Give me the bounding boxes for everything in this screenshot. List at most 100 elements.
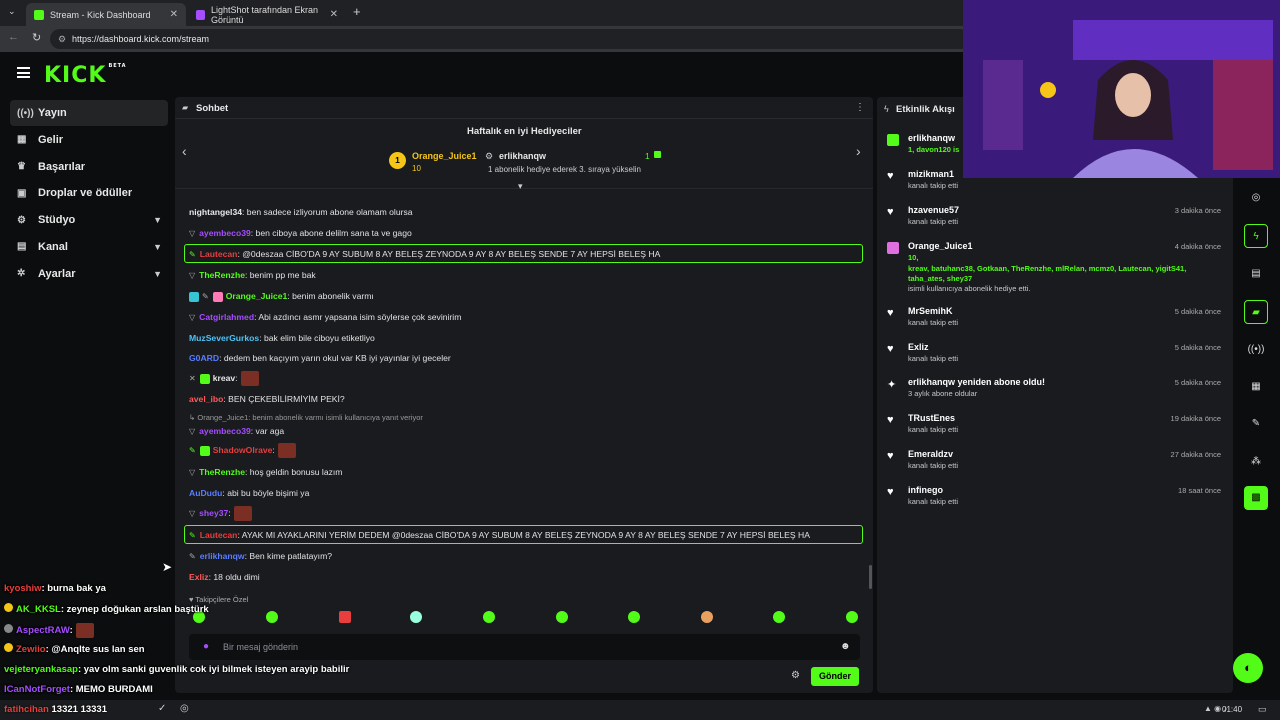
back-icon[interactable]: ←: [8, 31, 19, 43]
collapse-icon[interactable]: ▾: [518, 181, 523, 192]
taskbar-app-icon[interactable]: ✓: [158, 703, 166, 714]
chat-message: ▽ TheRenzhe: hoş geldin bonusu lazım: [189, 467, 343, 477]
sidebar-item-kanal[interactable]: ▤ Kanal ▼: [10, 234, 168, 260]
badge-icon: [4, 603, 13, 612]
chevron-down-icon: ▽: [189, 313, 196, 322]
chat-message: ✕ kreav:: [189, 371, 259, 386]
tab-search-chevron-icon[interactable]: ⌄: [8, 6, 16, 17]
emote-icon[interactable]: [628, 611, 640, 623]
overlay-chat-message: Zewiio: @Anqlte sus lan sen: [4, 643, 145, 655]
broadcast-icon[interactable]: ((•)): [1244, 338, 1268, 362]
verified-icon: ⚙: [485, 151, 494, 161]
clock: 01:40: [1222, 705, 1243, 714]
chat-icon[interactable]: ▰: [1244, 300, 1268, 324]
camera-icon[interactable]: ◎: [1244, 186, 1268, 210]
emote-icon[interactable]: [701, 611, 713, 623]
chat-bubble-icon: ▰: [182, 103, 189, 112]
pencil-icon: ✎: [189, 445, 196, 455]
gifter-count: 10: [412, 164, 421, 173]
tab-title: Stream - Kick Dashboard: [50, 9, 151, 20]
overlay-chat-message: AspectRAW:: [4, 623, 94, 638]
emote-icon: [75, 623, 94, 638]
scrollbar[interactable]: [869, 565, 872, 589]
emote-icon[interactable]: [483, 611, 495, 623]
emote-icon[interactable]: [339, 611, 351, 623]
chat-message: AuDudu: abi bu böyle bişimi ya: [189, 488, 310, 498]
gifter-name[interactable]: erlikhanqw: [499, 151, 546, 161]
address-bar[interactable]: ⚙ https://dashboard.kick.com/stream: [50, 29, 970, 49]
kick-logo[interactable]: KICK BETA: [44, 63, 127, 88]
rank-badge: 1: [389, 152, 406, 169]
activity-feed: ϟ Etkinlik Akışı erlikhanqw 1, davon120 i…: [877, 97, 1233, 693]
gift-hint: 1 abonelik hediye ederek 3. sıraya yükse…: [488, 165, 641, 174]
activity-title: Etkinlik Akışı: [896, 104, 955, 115]
emote-icon[interactable]: [410, 611, 422, 623]
sidebar: ((•)) Yayın ▦ Gelir ♛ Başarılar ▣ Droplar ve…: [10, 100, 168, 288]
gift-icon: [887, 242, 899, 254]
clapper-icon[interactable]: ▩: [1244, 486, 1268, 510]
emote-icon[interactable]: [556, 611, 568, 623]
chat-message: nightangel34: ben sadece izliyorum abone…: [189, 207, 413, 217]
apps-icon[interactable]: ⁂: [1244, 450, 1268, 474]
new-tab-icon[interactable]: +: [353, 4, 361, 19]
bolt-icon[interactable]: ϟ: [1244, 224, 1268, 248]
sidebar-item-droplar[interactable]: ▣ Droplar ve ödüller: [10, 180, 168, 206]
overlay-chat-message: ICanNotForget: MEMO BURDAMI: [4, 684, 153, 695]
emote-icon: [233, 506, 252, 521]
chevron-down-icon: ▽: [189, 468, 196, 477]
microphone-icon[interactable]: ●: [203, 634, 209, 660]
support-button[interactable]: ◐: [1233, 653, 1263, 683]
send-button[interactable]: Gönder: [811, 667, 859, 686]
reload-icon[interactable]: ↻: [32, 31, 41, 44]
gifter-name[interactable]: Orange_Juice1: [412, 151, 477, 161]
tab-title: LightShot tarafından Ekran Görüntü: [210, 4, 319, 25]
document-icon[interactable]: ▤: [1244, 262, 1268, 286]
chat-settings-icon[interactable]: ⚙: [791, 670, 800, 681]
badge-icon: [189, 291, 199, 302]
taskbar-app-icon[interactable]: ◎: [180, 703, 189, 714]
menu-icon[interactable]: [17, 67, 30, 78]
chat-header: ▰ Sohbet ⋮: [175, 97, 873, 119]
chevron-right-icon[interactable]: ›: [856, 143, 861, 159]
chevron-down-icon: ▼: [153, 268, 162, 279]
chat-input-placeholder: Bir mesaj gönderin: [223, 642, 299, 652]
chat-message: ✎ Orange_Juice1: benim abonelik varmı: [189, 291, 374, 302]
sidebar-item-yayin[interactable]: ((•)) Yayın: [10, 100, 168, 126]
chat-input[interactable]: ● Bir mesaj gönderin ☻: [189, 634, 860, 660]
chat-message: ▽ ayembeco39: var aga: [189, 426, 285, 436]
overlay-chat-message: vejeteryankasap: yav olm sanki guvenlik …: [4, 664, 350, 675]
gift-badge-icon: [212, 291, 223, 302]
heart-icon: ♥: [887, 414, 894, 426]
sidebar-item-gelir[interactable]: ▦ Gelir: [10, 127, 168, 153]
sidebar-item-ayarlar[interactable]: ✲ Ayarlar ▼: [10, 261, 168, 287]
layout-icon[interactable]: ▦: [1244, 375, 1268, 399]
sidebar-item-basarilar[interactable]: ♛ Başarılar: [10, 154, 168, 180]
heart-icon: ♥: [887, 450, 894, 462]
webcam-image: [963, 0, 1280, 178]
close-tab-icon[interactable]: ✕: [170, 9, 178, 20]
chevron-down-icon: ▽: [189, 271, 196, 280]
wrench-icon[interactable]: ✎: [1244, 412, 1268, 436]
site-info-icon[interactable]: ⚙: [58, 29, 66, 49]
pencil-icon: ✎: [189, 250, 196, 259]
pencil-icon: ✎: [189, 552, 196, 561]
chat-message: ✎ Lautecan: @0deszaa CİBO'DA 9 AY SUBUM 8…: [189, 249, 661, 259]
sidebar-item-studyo[interactable]: ⚙ Stüdyo ▼: [10, 207, 168, 233]
tab-lightshot[interactable]: LightShot tarafından Ekran Görüntü ✕: [188, 3, 346, 26]
gifters-title: Haftalık en iyi Hediyeciler: [467, 126, 582, 137]
chat-message: Exliz: 18 oldu dimi: [189, 572, 260, 582]
chevron-left-icon[interactable]: ‹: [182, 143, 187, 159]
emote-icon[interactable]: [846, 611, 858, 623]
tab-kick-dashboard[interactable]: Stream - Kick Dashboard ✕: [26, 3, 186, 26]
emote-icon[interactable]: [773, 611, 785, 623]
chat-panel: ▰ Sohbet ⋮ Haftalık en iyi Hediyeciler ‹…: [175, 97, 873, 693]
emoji-icon[interactable]: ☻: [840, 634, 851, 660]
more-options-icon[interactable]: ⋮: [855, 102, 865, 113]
emote-icon: [277, 443, 296, 458]
emote-bar: [191, 611, 871, 625]
emote-icon[interactable]: [266, 611, 278, 623]
close-tab-icon[interactable]: ✕: [330, 9, 338, 20]
heart-icon: ♥: [887, 206, 894, 218]
kick-favicon-icon: [34, 9, 44, 20]
notifications-icon[interactable]: ▭: [1258, 704, 1267, 715]
